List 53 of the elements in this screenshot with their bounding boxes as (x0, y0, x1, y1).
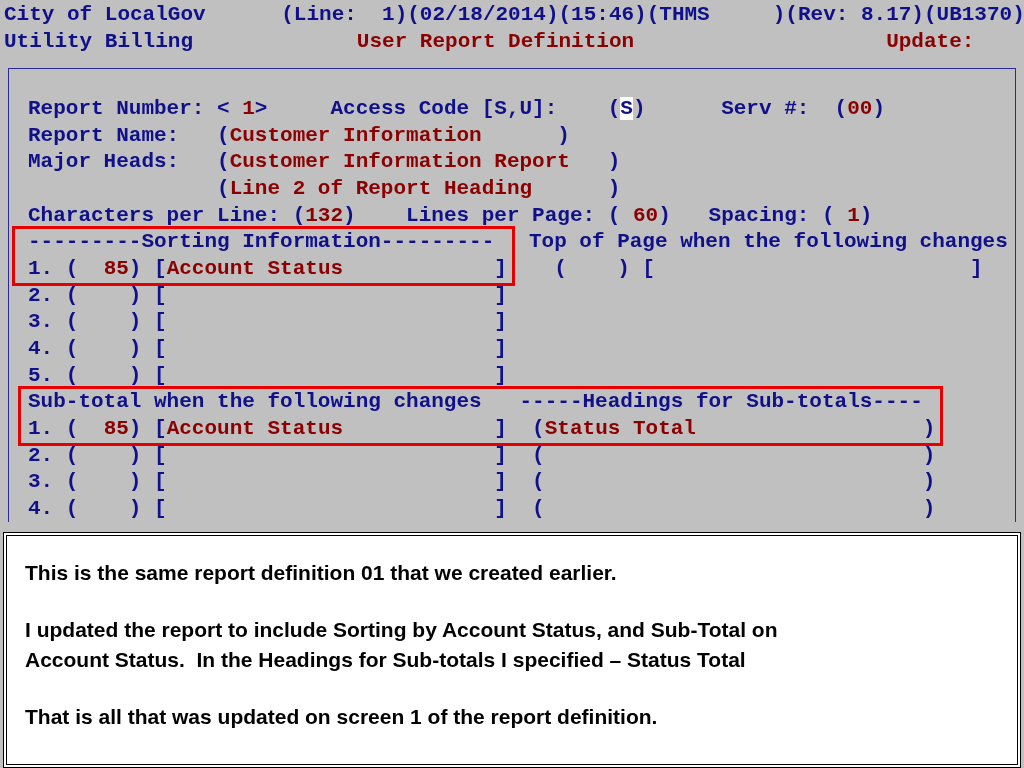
screen-text: ) Spacing: ( (658, 203, 836, 227)
screen-text: ) (921, 416, 936, 440)
screen-text: City of LocalGov (Line: 1)(02/18/2014)(15:46)(THMS )(Rev: 8.17)(UB1370) (4, 3, 1024, 26)
field-value[interactable]: Account Status (166, 416, 344, 440)
screen-text: ) [ (128, 416, 167, 440)
field-value[interactable]: Update: (634, 29, 975, 53)
screen-text: ] (493, 256, 507, 280)
field-value[interactable]: Status Total (544, 416, 696, 440)
note-paragraph: This is the same report definition 01 that we created earlier. (25, 560, 618, 587)
screen-text: ) (606, 176, 621, 200)
screen-text: 3. ( ) [ ] (28, 310, 507, 334)
screen-text: Report Name: ( (28, 123, 230, 147)
screen-text: 4. ( ) [ ] (28, 336, 507, 360)
field-value[interactable]: Account Status (166, 256, 344, 280)
screen-text: > Access Code [S,U]: ( (254, 96, 621, 120)
screen-text: ---------Sorting Information--------- (28, 230, 495, 254)
screen-text: ) (556, 123, 570, 147)
screen-text: 2. ( ) [ ] (28, 283, 507, 307)
field-value[interactable]: 00 (847, 96, 873, 120)
field-value[interactable]: 132 (305, 203, 344, 227)
note-paragraph: That is all that was updated on screen 1 of the report definition. (25, 704, 659, 731)
screen-text: ) Serv #: ( (632, 96, 848, 120)
field-value[interactable]: 1 (847, 203, 860, 227)
field-value[interactable]: Customer Information (229, 123, 482, 147)
screen-text: Sub-total when the following changes -----Headings for Sub-totals---- (28, 390, 923, 414)
field-value[interactable]: 85 (103, 416, 129, 440)
field-value[interactable]: Line 2 of Report Heading (229, 176, 533, 200)
cursor-field[interactable]: S (620, 96, 633, 120)
screen-text: 2. ( ) [ ] ( ) (28, 443, 936, 467)
screen-text: ) (606, 150, 621, 174)
field-value[interactable]: Customer Information Report (229, 150, 570, 174)
screen-text: 1. ( (28, 256, 80, 280)
screen-text: ] ( (493, 416, 545, 440)
screen-text: Characters per Line: ( (28, 203, 306, 227)
screen-text: ) [ (128, 256, 167, 280)
field-value[interactable]: 60 (632, 203, 659, 227)
field-value[interactable]: User Report Definition (193, 29, 635, 53)
screen-text: Utility Billing (4, 29, 194, 53)
screen-text: 4. ( ) [ ] ( ) (28, 496, 936, 520)
screen-text: ( ) [ ] (553, 256, 983, 280)
screen-text: ) (859, 203, 873, 227)
screen-text: 1. ( (28, 416, 80, 440)
field-value[interactable]: 1 (242, 96, 255, 120)
screen-text: 3. ( ) [ ] ( ) (28, 470, 936, 494)
screen-text: ) (872, 96, 885, 120)
screen-text: Report Number: < (28, 96, 231, 120)
screen-text: ( (216, 176, 230, 200)
screen-text: ) Lines per Page: ( (343, 203, 622, 227)
note-paragraph: I updated the report to include Sorting by Account Status, and Sub-Total on Account Status. In the Headings for Sub-totals I specified – Status Total (25, 617, 779, 674)
screen-text: 5. ( ) [ ] (28, 363, 507, 387)
field-value[interactable]: 85 (103, 256, 129, 280)
screen-text: Major Heads: ( (28, 150, 230, 174)
screen-text: Top of Page when the following changes (528, 230, 1008, 254)
